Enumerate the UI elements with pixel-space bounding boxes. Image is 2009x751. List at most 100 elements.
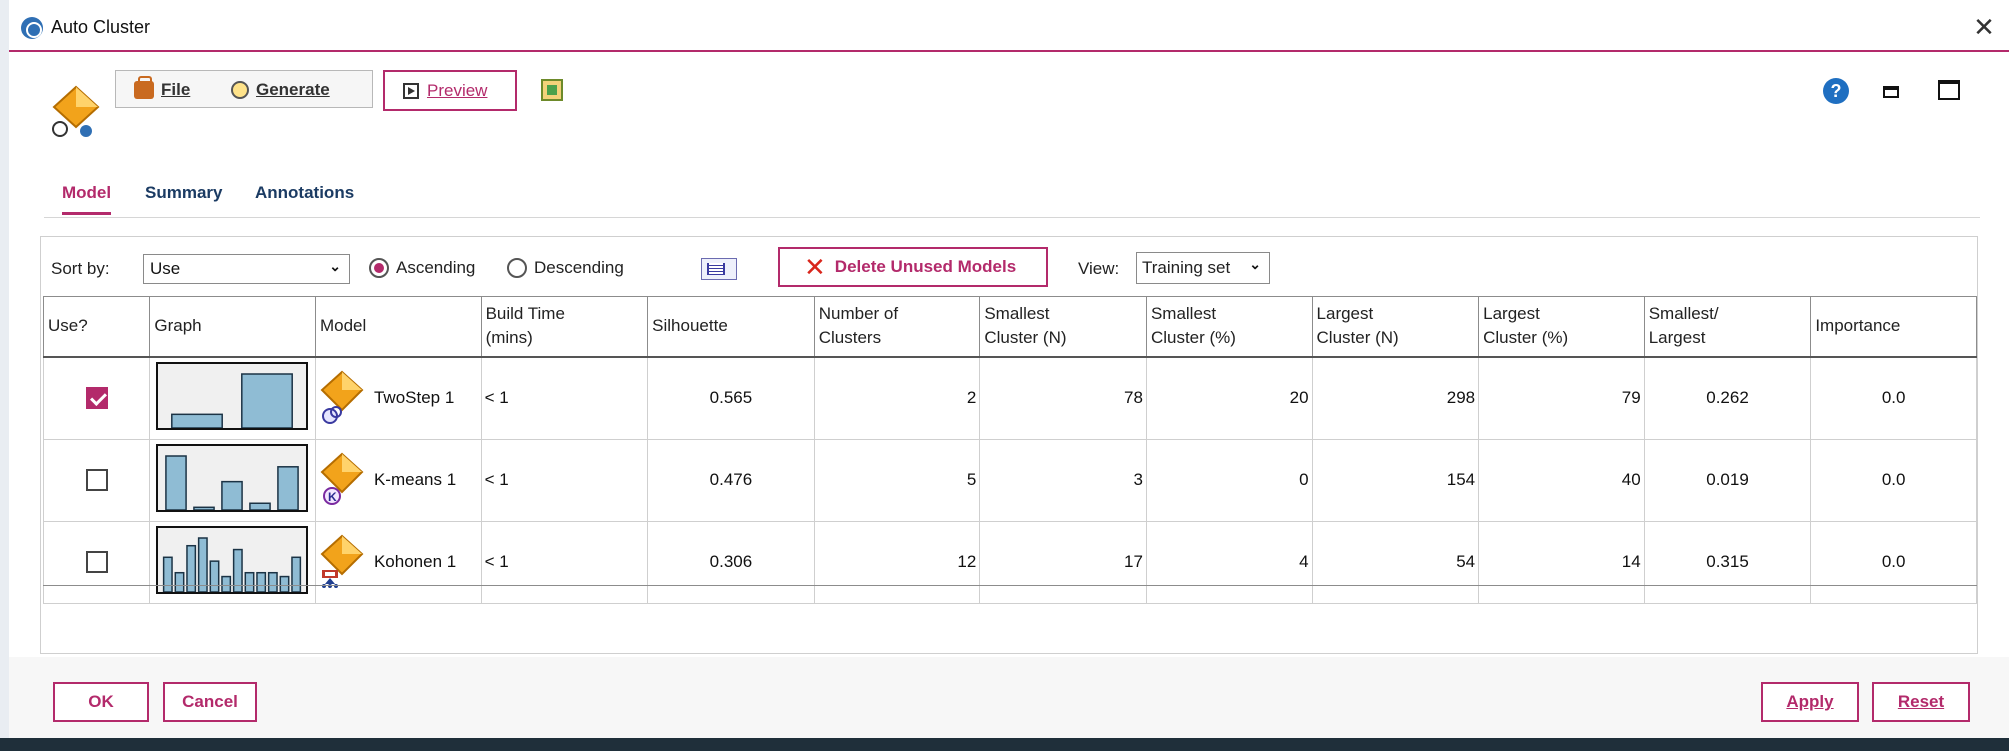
model-name: Kohonen 1 xyxy=(373,552,457,571)
auto-cluster-dialog: Auto Cluster ✕ File Generate Preview ? M… xyxy=(0,0,2009,751)
briefcase-icon xyxy=(134,76,154,99)
chevron-down-icon: ⌄ xyxy=(329,258,341,274)
view-select[interactable]: Training set ⌄ xyxy=(1136,252,1270,284)
columns-chooser-icon[interactable] xyxy=(701,258,737,280)
header-smallest-n[interactable]: Smallest Cluster (N) xyxy=(979,296,1147,358)
table-header-row: Use? Graph Model Build Time (mins) Silhou… xyxy=(42,296,1977,358)
header-smallest-pct[interactable]: Smallest Cluster (%) xyxy=(1145,296,1313,358)
sort-by-select[interactable]: Use ⌄ xyxy=(143,254,350,284)
header-largest-pct[interactable]: Largest Cluster (%) xyxy=(1478,296,1645,358)
model-cell: Kohonen 1 xyxy=(320,534,477,590)
smallest-pct-cell: 20 xyxy=(1145,356,1313,440)
generate-menu-button[interactable]: Generate xyxy=(231,79,330,101)
graph-bar xyxy=(171,413,224,429)
importance-cell: 0.0 xyxy=(1810,438,1977,522)
view-label: View: xyxy=(1078,259,1120,278)
toolbar-menu-group: File Generate xyxy=(115,70,373,108)
table-row[interactable]: K K-means 1 < 1 0.476 5 3 0 154 40 0.019… xyxy=(42,438,1977,522)
model-nugget-icon xyxy=(52,85,100,137)
maximize-icon[interactable] xyxy=(1938,80,1960,100)
sort-by-value: Use xyxy=(150,259,181,278)
use-checkbox[interactable] xyxy=(85,387,108,409)
build-time-cell: < 1 xyxy=(480,438,649,522)
header-number-of-clusters[interactable]: Number of Clusters xyxy=(813,296,981,358)
tab-summary[interactable]: Summary xyxy=(145,183,222,212)
header-silhouette[interactable]: Silhouette xyxy=(647,296,815,358)
build-time-cell: < 1 xyxy=(480,356,649,440)
descending-label: Descending xyxy=(534,258,624,277)
graph-bar xyxy=(241,372,294,429)
ratio-cell: 0.262 xyxy=(1643,356,1812,440)
graph-bar xyxy=(249,502,272,511)
preview-button[interactable]: Preview xyxy=(383,70,517,111)
graph-bar xyxy=(193,506,216,511)
model-name: TwoStep 1 xyxy=(373,388,455,407)
header-largest-n[interactable]: Largest Cluster (N) xyxy=(1311,296,1480,358)
graph-bar xyxy=(165,454,188,511)
largest-n-cell: 298 xyxy=(1311,356,1480,440)
tab-model[interactable]: Model xyxy=(62,183,112,215)
sort-toolbar: Sort by: Use ⌄ Ascending Descending ✕ De… xyxy=(41,237,1977,295)
window-title: Auto Cluster xyxy=(51,17,151,37)
sort-by-label: Sort by: xyxy=(51,259,110,278)
cluster-size-graph xyxy=(156,361,309,430)
app-icon xyxy=(21,17,43,39)
header-model[interactable]: Model xyxy=(314,296,482,358)
minimize-icon[interactable] xyxy=(1883,86,1899,98)
twostep-icon xyxy=(320,370,364,424)
apply-button[interactable]: Apply xyxy=(1761,682,1859,722)
generate-icon xyxy=(231,81,249,99)
delete-x-icon: ✕ xyxy=(804,252,826,282)
tab-annotations[interactable]: Annotations xyxy=(255,183,354,212)
file-menu-label: File xyxy=(161,80,191,99)
use-checkbox[interactable] xyxy=(85,469,108,491)
play-icon xyxy=(403,82,419,99)
use-checkbox[interactable] xyxy=(85,551,108,573)
radio-button-icon xyxy=(369,258,389,278)
kmeans-icon: K xyxy=(320,452,364,505)
largest-pct-cell: 79 xyxy=(1478,356,1645,440)
cluster-size-graph xyxy=(156,443,309,512)
generate-menu-label: Generate xyxy=(256,80,330,99)
title-bar: Auto Cluster ✕ xyxy=(9,0,2009,52)
preview-label: Preview xyxy=(427,80,488,100)
ok-button[interactable]: OK xyxy=(53,682,149,722)
header-graph[interactable]: Graph xyxy=(149,296,316,358)
clusters-cell: 5 xyxy=(813,438,981,522)
radio-button-icon xyxy=(507,258,527,278)
table-row[interactable]: TwoStep 1 < 1 0.565 2 78 20 298 79 0.262… xyxy=(42,356,1977,440)
table-empty-area xyxy=(43,585,1977,653)
chevron-down-icon: ⌄ xyxy=(1249,256,1261,272)
tab-bar: Model Summary Annotations xyxy=(44,178,1980,218)
smallest-n-cell: 3 xyxy=(979,438,1147,522)
smallest-n-cell: 78 xyxy=(979,356,1147,440)
background-edge xyxy=(0,0,9,751)
header-build-time[interactable]: Build Time (mins) xyxy=(480,296,649,358)
footer-area xyxy=(9,657,2009,738)
delete-unused-models-label: Delete Unused Models xyxy=(834,257,1017,276)
cancel-button[interactable]: Cancel xyxy=(163,682,257,722)
model-cell: K K-means 1 xyxy=(320,452,477,508)
kohonen-icon xyxy=(320,534,364,588)
view-value: Training set xyxy=(1142,258,1231,277)
taskbar-edge xyxy=(0,738,2009,751)
models-table: Use? Graph Model Build Time (mins) Silhou… xyxy=(42,296,1977,604)
header-use[interactable]: Use? xyxy=(42,296,151,358)
largest-n-cell: 154 xyxy=(1311,438,1480,522)
help-icon[interactable]: ? xyxy=(1823,78,1849,104)
export-icon[interactable] xyxy=(541,79,563,101)
reset-button[interactable]: Reset xyxy=(1872,682,1970,722)
close-icon[interactable]: ✕ xyxy=(1969,12,1999,42)
silhouette-cell: 0.565 xyxy=(647,356,815,440)
descending-radio[interactable]: Descending xyxy=(507,258,624,278)
file-menu-button[interactable]: File xyxy=(134,76,191,101)
importance-cell: 0.0 xyxy=(1810,356,1977,440)
graph-bar xyxy=(221,480,244,511)
graph-bar xyxy=(198,536,209,593)
ascending-radio[interactable]: Ascending xyxy=(369,258,475,278)
model-name: K-means 1 xyxy=(373,470,457,489)
header-smallest-largest[interactable]: Smallest/Largest xyxy=(1643,296,1812,358)
delete-unused-models-button[interactable]: ✕ Delete Unused Models xyxy=(778,247,1048,287)
header-importance[interactable]: Importance xyxy=(1810,296,1977,358)
graph-bar xyxy=(277,465,300,511)
